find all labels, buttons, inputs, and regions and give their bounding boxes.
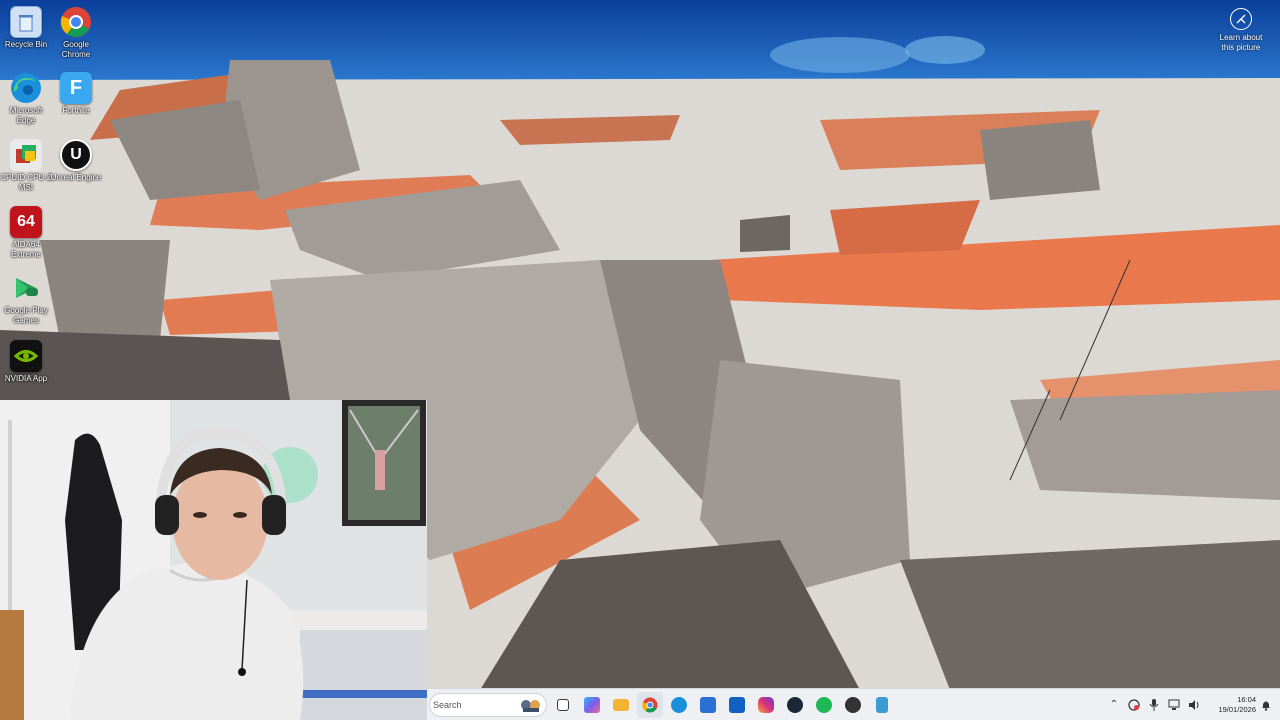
desktop-icon-fortnite[interactable]: F Fortnite xyxy=(50,72,102,116)
desktop-icon-label: CPUID CPU-Z MSI xyxy=(0,173,52,192)
steam-icon xyxy=(787,696,803,713)
desktop-icon-label: AIDA64 Extreme xyxy=(11,240,41,259)
desktop-icon-nvidia-app[interactable]: NVIDIA App xyxy=(0,340,52,384)
desktop-icon-label: Fortnite xyxy=(62,106,90,115)
cpuz-icon xyxy=(10,139,42,171)
security-icon[interactable] xyxy=(1124,695,1144,715)
store-icon xyxy=(700,696,716,713)
webcam-image xyxy=(0,400,427,720)
chrome-icon xyxy=(60,6,92,38)
taskbar-microsoft-store[interactable] xyxy=(695,692,721,718)
clock-date: 19/01/2026 xyxy=(1218,704,1256,714)
instagram-icon xyxy=(758,696,774,713)
taskbar-spotify[interactable] xyxy=(811,692,837,718)
microphone-icon[interactable] xyxy=(1144,695,1164,715)
unreal-engine-icon: U xyxy=(60,139,92,171)
taskbar-outlook[interactable] xyxy=(724,692,750,718)
taskbar-chrome[interactable] xyxy=(637,691,663,718)
desktop-icon-label: Recycle Bin xyxy=(4,40,48,49)
recycle-bin-icon xyxy=(10,6,42,38)
google-play-games-icon xyxy=(10,272,42,304)
taskbar-notepad[interactable] xyxy=(869,692,895,718)
taskbar-clock[interactable]: 16:04 19/01/2026 xyxy=(1208,695,1256,715)
learn-about-picture[interactable]: Learn about this picture xyxy=(1214,8,1268,53)
chevron-up-icon[interactable]: ⌃ xyxy=(1104,695,1124,715)
notification-bell-icon[interactable] xyxy=(1256,695,1276,715)
taskbar-file-explorer[interactable] xyxy=(608,692,634,718)
desktop-icon-label: Unreal Engine xyxy=(50,173,102,182)
aida64-glyph: 64 xyxy=(17,213,35,230)
nvidia-icon xyxy=(10,340,42,372)
spotify-icon xyxy=(816,696,832,713)
taskbar-task-view[interactable] xyxy=(550,692,576,718)
search-highlight-icon xyxy=(516,696,546,714)
taskbar: Search ⌃ 16:04 19/01/2026 xyxy=(427,688,1280,720)
desktop-icon-label: Microsoft Edge xyxy=(9,106,43,125)
edge-icon xyxy=(10,72,42,104)
taskbar-instagram[interactable] xyxy=(753,692,779,718)
desktop-icon-unreal-engine[interactable]: U Unreal Engine xyxy=(50,139,102,183)
taskbar-edge[interactable] xyxy=(666,692,692,718)
taskbar-davinci-resolve[interactable] xyxy=(840,692,866,718)
camera-icon xyxy=(1230,8,1252,30)
desktop-icon-label: NVIDIA App xyxy=(4,374,48,383)
desktop-icon-microsoft-edge[interactable]: Microsoft Edge xyxy=(0,72,52,126)
learn-about-label: Learn about this picture xyxy=(1219,33,1263,52)
fortnite-icon: F xyxy=(60,72,92,104)
search-placeholder: Search xyxy=(433,699,462,710)
system-tray: ⌃ 16:04 19/01/2026 xyxy=(1104,689,1280,720)
chrome-icon xyxy=(642,697,658,713)
taskbar-steam[interactable] xyxy=(782,692,808,718)
desktop-icon-aida64[interactable]: 64 AIDA64 Extreme xyxy=(0,206,52,260)
taskbar-search[interactable]: Search xyxy=(429,692,547,717)
clock-time: 16:04 xyxy=(1237,694,1256,704)
webcam-overlay xyxy=(0,400,427,720)
folder-icon xyxy=(613,698,629,711)
desktop-icon-label: Google Play Games xyxy=(4,306,48,325)
network-icon[interactable] xyxy=(1164,695,1184,715)
desktop-icon-cpuz[interactable]: CPUID CPU-Z MSI xyxy=(0,139,52,193)
edge-icon xyxy=(671,696,687,713)
desktop-icon-google-play-games[interactable]: Google Play Games xyxy=(0,272,52,326)
desktop-icon-recycle-bin[interactable]: Recycle Bin xyxy=(0,6,52,50)
copilot-icon xyxy=(584,696,600,713)
davinci-resolve-icon xyxy=(845,696,861,713)
task-view-icon xyxy=(557,698,569,711)
desktop-icon-google-chrome[interactable]: Google Chrome xyxy=(50,6,102,60)
aida64-icon: 64 xyxy=(10,206,42,238)
notepad-icon xyxy=(876,696,888,713)
taskbar-copilot[interactable] xyxy=(579,692,605,718)
outlook-icon xyxy=(729,696,745,713)
volume-icon[interactable] xyxy=(1184,695,1204,715)
desktop-icon-label: Google Chrome xyxy=(61,40,91,59)
